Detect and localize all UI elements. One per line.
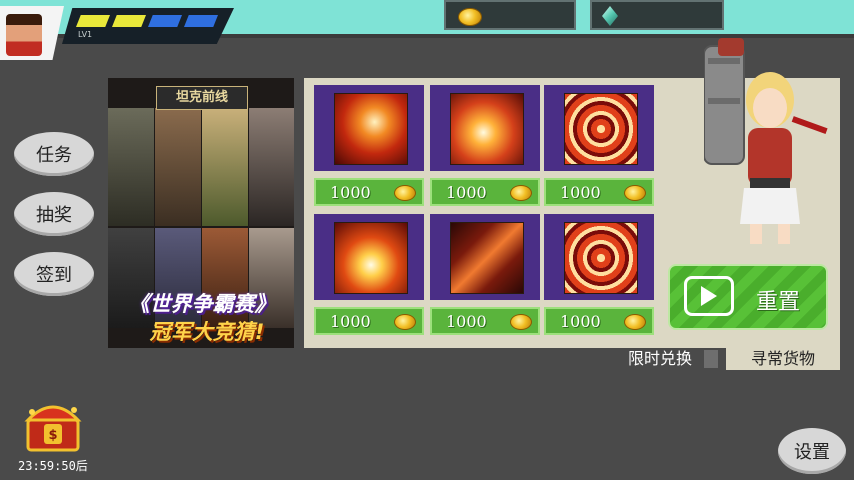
shop-item[interactable] [430, 85, 540, 171]
lightning-skill-icon [334, 222, 408, 294]
reset-label: 重置 [756, 290, 801, 315]
energy-segment [112, 15, 146, 27]
reset-button[interactable]: 重置 [668, 264, 828, 330]
avatar[interactable] [0, 6, 64, 60]
gold-coin-icon [394, 185, 416, 201]
soldier-portrait [202, 108, 248, 226]
level-label: LV1 [78, 30, 93, 39]
lottery-button[interactable]: 抽奖 [14, 192, 94, 236]
banner-subslogan: 冠军大竞猜! [149, 320, 265, 344]
explosion-skill-icon [450, 93, 524, 165]
gold-coin-icon [624, 314, 646, 330]
event-banner[interactable]: 坦克前线 《世界争霸赛》 冠军大竞猜! [108, 78, 294, 348]
banner-title: 坦克前线 [156, 86, 248, 110]
price-label: 1000 [560, 182, 601, 202]
energy-segment [148, 15, 182, 27]
shop-item[interactable] [430, 214, 540, 300]
price-button[interactable]: 1000 [544, 307, 654, 335]
shop-item[interactable] [544, 214, 654, 300]
price-label: 1000 [560, 311, 601, 331]
claw-slash-skill-icon [450, 222, 524, 294]
energy-segment [76, 15, 110, 27]
gold-coin-icon [458, 8, 482, 26]
chest-timer: 23:59:50后 [18, 459, 88, 473]
price-button[interactable]: 1000 [314, 307, 424, 335]
tornado-skill-icon [334, 93, 408, 165]
shop-item[interactable] [314, 214, 424, 300]
price-label: 1000 [446, 182, 487, 202]
price-button[interactable]: 1000 [430, 178, 540, 206]
player-portrait-icon [6, 14, 42, 56]
gem-counter[interactable] [590, 0, 724, 30]
price-button[interactable]: 1000 [314, 178, 424, 206]
task-button[interactable]: 任务 [14, 132, 94, 176]
energy-segment [184, 15, 218, 27]
price-label: 1000 [330, 182, 371, 202]
gold-coin-icon [510, 185, 532, 201]
shopkeeper-character [704, 38, 828, 244]
gold-coin-icon [510, 314, 532, 330]
gold-coin-icon [394, 314, 416, 330]
player-info[interactable]: LV1 [0, 2, 240, 60]
vortex-skill-icon [564, 93, 638, 165]
soldier-portrait [249, 108, 294, 226]
shop-item[interactable] [314, 85, 424, 171]
tab-indicator [704, 350, 718, 368]
tab-limited-exchange[interactable]: 限时兑换 [604, 348, 718, 370]
price-button[interactable]: 1000 [430, 307, 540, 335]
checkin-button[interactable]: 签到 [14, 252, 94, 296]
banner-slogan: 《世界争霸赛》 [128, 292, 276, 316]
soldier-portrait [108, 108, 154, 226]
svg-text:$: $ [48, 428, 57, 443]
shop-item[interactable] [544, 85, 654, 171]
play-icon [684, 276, 734, 316]
coin-counter[interactable] [444, 0, 576, 30]
soldier-portrait [155, 108, 201, 226]
price-label: 1000 [446, 311, 487, 331]
price-label: 1000 [330, 311, 371, 331]
vortex-skill-icon [564, 222, 638, 294]
tab-limited-label: 限时兑换 [628, 349, 693, 368]
treasure-chest-icon[interactable]: $ [22, 398, 84, 454]
diamond-gem-icon [602, 6, 618, 26]
price-button[interactable]: 1000 [544, 178, 654, 206]
tab-normal-goods[interactable]: 寻常货物 [726, 348, 840, 370]
gold-coin-icon [624, 185, 646, 201]
settings-button[interactable]: 设置 [778, 428, 846, 474]
